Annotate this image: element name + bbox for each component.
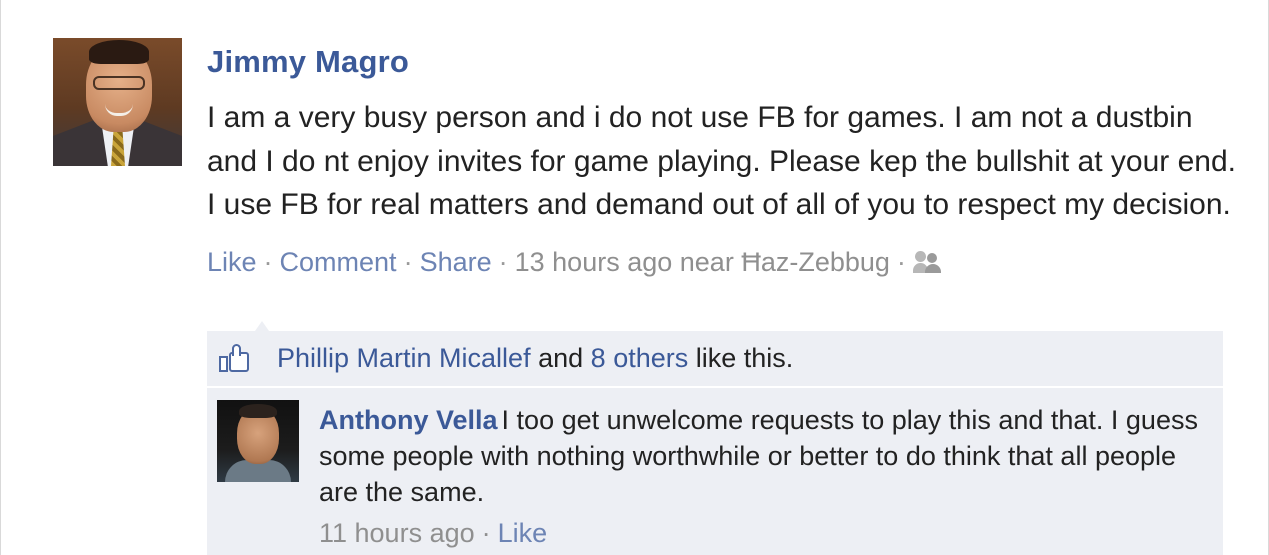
post-frame: Jimmy Magro I am a very busy person and …: [0, 0, 1269, 555]
thumbs-up-icon: [219, 343, 251, 374]
share-link[interactable]: Share: [420, 247, 492, 277]
comment-link[interactable]: Comment: [280, 247, 397, 277]
comment-text-block: Anthony Vella I too get unwelcome request…: [319, 402, 1199, 510]
post-timestamp[interactable]: 13 hours ago: [515, 247, 673, 277]
commenter-avatar[interactable]: [217, 400, 299, 482]
avatar-hair: [89, 40, 149, 64]
likes-conjunction: and: [538, 343, 584, 373]
comment-like-link[interactable]: Like: [498, 518, 548, 548]
comment-content: Anthony Vella I too get unwelcome request…: [319, 402, 1199, 550]
post-message: I am a very busy person and i do not use…: [207, 101, 1236, 221]
comment-item: Anthony Vella I too get unwelcome request…: [207, 388, 1223, 555]
ufi-pointer: [255, 321, 269, 331]
separator: ·: [263, 246, 273, 277]
author-avatar[interactable]: [53, 38, 182, 166]
liker-name-link[interactable]: Phillip Martin Micallef: [277, 343, 531, 374]
comment-author-link[interactable]: Anthony Vella: [319, 405, 498, 435]
post-actions-bar: Like · Comment · Share · 13 hours ago near Ħaz…: [207, 245, 1237, 279]
like-link[interactable]: Like: [207, 247, 257, 277]
comment-timestamp[interactable]: 11 hours ago: [319, 518, 475, 548]
location-prefix: near: [679, 246, 734, 277]
separator: ·: [498, 246, 508, 277]
friends-icon[interactable]: [912, 250, 943, 273]
separator: ·: [481, 518, 491, 548]
comment-meta: 11 hours ago · Like: [319, 516, 1199, 550]
post-location-link[interactable]: Ħaz-Zebbug: [741, 247, 890, 277]
likes-sentence: Phillip Martin Micallef and 8 others lik…: [207, 331, 1223, 387]
avatar-glasses: [93, 76, 145, 90]
avatar-hair: [239, 404, 277, 418]
separator: ·: [896, 246, 906, 277]
separator: ·: [403, 246, 413, 277]
post-body: Jimmy Magro I am a very busy person and …: [207, 40, 1237, 279]
post-author-link[interactable]: Jimmy Magro: [207, 40, 1237, 84]
others-like-link[interactable]: 8 others: [591, 343, 689, 374]
likes-suffix: like this.: [695, 343, 794, 373]
